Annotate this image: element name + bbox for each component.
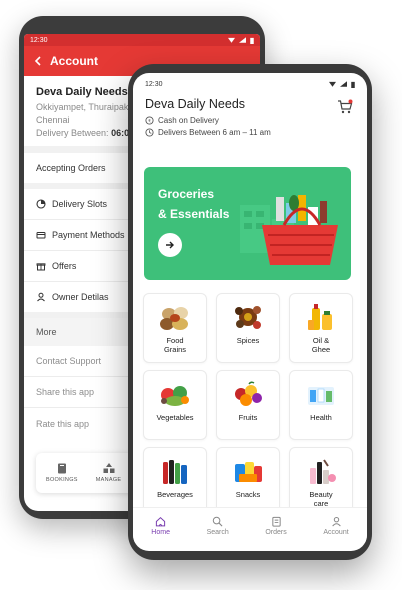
accepting-orders-label: Accepting Orders	[36, 163, 106, 173]
cart-icon[interactable]	[337, 99, 353, 115]
wifi-icon	[329, 81, 336, 87]
category-spices[interactable]: Spices	[216, 293, 280, 363]
snacks-icon	[235, 462, 262, 482]
back-arrow-icon[interactable]	[34, 56, 42, 66]
account-icon	[331, 516, 341, 526]
category-food-grains[interactable]: Food Grains	[143, 293, 207, 363]
gift-icon	[36, 263, 46, 271]
orders-icon	[271, 516, 281, 527]
delivery-slots-label: Delivery Slots	[52, 199, 108, 209]
payment-icon: ₹	[145, 116, 154, 125]
svg-text:₹: ₹	[148, 118, 151, 123]
manage-icon	[103, 463, 115, 473]
category-vegetables[interactable]: Vegetables	[143, 370, 207, 440]
signal-icon	[239, 37, 246, 43]
status-bar: 12:30	[24, 34, 260, 46]
wifi-icon	[228, 37, 235, 43]
nav-orders[interactable]: Orders	[265, 516, 287, 536]
search-icon	[212, 516, 223, 526]
vegetables-icon	[161, 386, 189, 406]
fruits-icon	[235, 381, 262, 406]
beauty-icon	[310, 459, 336, 484]
beverages-icon	[163, 460, 187, 484]
category-grid: Food Grains Spices Oil & Ghee Vegetables…	[143, 293, 353, 517]
promo-banner[interactable]: Groceries & Essentials	[144, 167, 351, 280]
battery-icon	[250, 37, 254, 44]
nav-search[interactable]: Search	[207, 516, 229, 536]
basket-illustration	[240, 195, 338, 265]
store-name: Deva Daily Needs	[145, 97, 246, 111]
offers-label: Offers	[52, 261, 77, 271]
nav-account[interactable]: Account	[323, 516, 349, 536]
grains-icon	[160, 307, 188, 330]
category-health[interactable]: Health	[289, 370, 353, 440]
health-icon	[308, 387, 334, 405]
payment-methods-label: Payment Methods	[52, 230, 125, 240]
clock-icon	[36, 199, 46, 209]
owner-details-label: Owner Detilas	[52, 292, 109, 302]
category-fruits[interactable]: Fruits	[216, 370, 280, 440]
bottom-navigation: Home Search Orders Account	[133, 507, 367, 543]
store-home-screen: 12:30 Deva Daily Needs ₹ Cash on Deliver…	[133, 73, 367, 551]
delivery-info: Delivers Between 6 am – 11 am	[145, 128, 355, 137]
nav-bookings[interactable]: BOOKINGS	[46, 463, 78, 483]
status-time: 12:30	[30, 36, 48, 44]
banner-title-line1: Groceries	[158, 187, 215, 201]
nav-manage[interactable]: MANAGE	[96, 463, 122, 483]
nav-home[interactable]: Home	[151, 516, 170, 536]
banner-arrow-button[interactable]	[158, 233, 182, 257]
page-title: Account	[50, 54, 98, 68]
signal-icon	[340, 81, 347, 87]
user-icon	[37, 292, 45, 302]
battery-icon	[351, 81, 355, 88]
delivery-label: Delivery Between:	[36, 128, 109, 138]
status-bar: 12:30	[133, 73, 367, 95]
home-icon	[156, 516, 166, 526]
category-oil-ghee[interactable]: Oil & Ghee	[289, 293, 353, 363]
status-time: 12:30	[145, 80, 163, 88]
bookings-icon	[57, 463, 66, 474]
store-header: Deva Daily Needs ₹ Cash on Delivery Deli…	[133, 95, 367, 157]
card-icon	[36, 232, 46, 239]
spices-icon	[235, 306, 261, 329]
banner-title-line2: & Essentials	[158, 207, 230, 221]
clock-icon	[145, 128, 154, 137]
oil-icon	[308, 304, 332, 330]
payment-info: ₹ Cash on Delivery	[145, 116, 355, 125]
arrow-right-icon	[166, 241, 174, 249]
